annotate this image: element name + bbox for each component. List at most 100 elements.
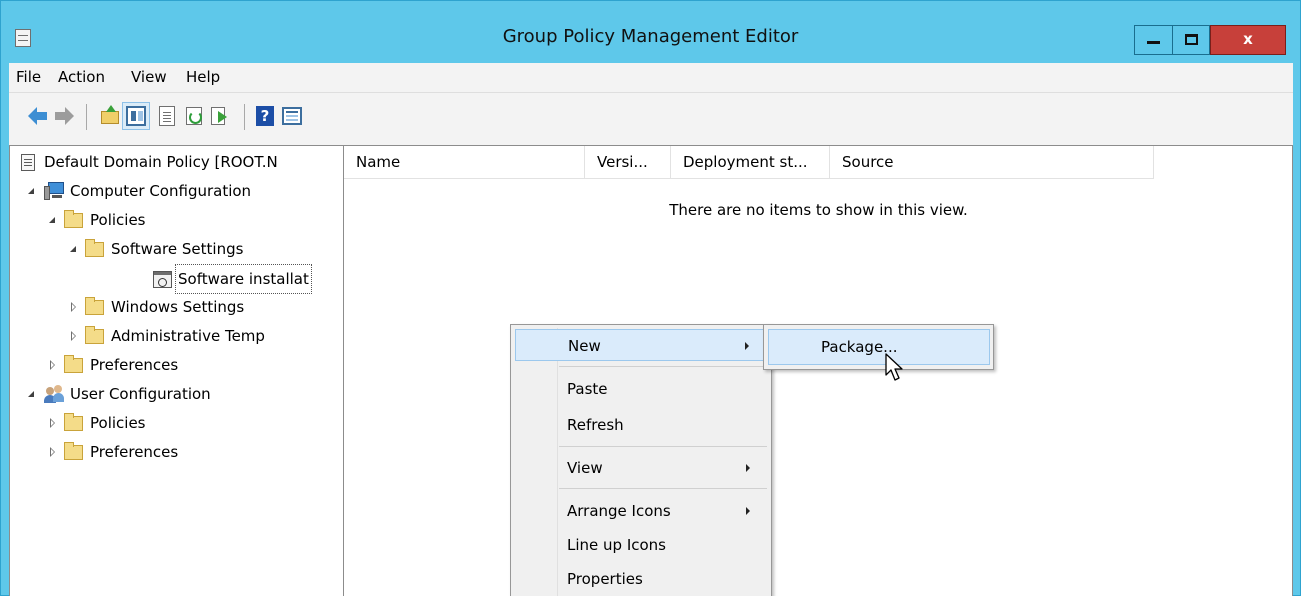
- expanded-triangle-icon[interactable]: [49, 217, 55, 223]
- collapsed-triangle-icon[interactable]: [71, 302, 76, 312]
- tree-item-label: Policies: [90, 414, 146, 432]
- menu-item-view[interactable]: View: [515, 452, 768, 484]
- export-list-button[interactable]: [209, 106, 229, 126]
- menu-item-label: Paste: [567, 380, 608, 398]
- menu-item-label: Arrange Icons: [567, 502, 671, 520]
- menu-separator: [559, 366, 767, 367]
- tree-item-user-configuration[interactable]: User Configuration: [10, 380, 343, 409]
- tree-item-label: Default Domain Policy [ROOT.N: [44, 153, 278, 171]
- menu-separator: [559, 488, 767, 489]
- properties-button[interactable]: [157, 106, 177, 126]
- folder-icon: [64, 355, 83, 373]
- forward-button[interactable]: [54, 106, 74, 126]
- submenu-arrow-icon: [745, 342, 749, 350]
- menu-item-label: Refresh: [567, 416, 624, 434]
- refresh-button[interactable]: [184, 106, 204, 126]
- expanded-triangle-icon[interactable]: [28, 391, 34, 397]
- title-bar[interactable]: Group Policy Management Editor x: [1, 1, 1300, 63]
- toolbar-separator: [86, 104, 87, 130]
- menu-item-new[interactable]: New: [515, 329, 768, 361]
- show-hide-tree-icon: [126, 106, 146, 126]
- submenu-arrow-icon: [746, 507, 750, 515]
- close-button[interactable]: x: [1210, 25, 1286, 55]
- expanded-triangle-icon[interactable]: [28, 188, 34, 194]
- collapsed-triangle-icon[interactable]: [50, 360, 55, 370]
- tree-item-label: Software Settings: [111, 240, 244, 258]
- users-icon: [44, 385, 64, 403]
- menu-item-package[interactable]: Package...: [768, 329, 990, 365]
- collapsed-triangle-icon[interactable]: [50, 447, 55, 457]
- menu-item-label: New: [568, 337, 601, 355]
- tree-item-label: Policies: [90, 211, 146, 229]
- menu-item-properties[interactable]: Properties: [515, 563, 768, 595]
- menu-help[interactable]: Help: [186, 68, 220, 86]
- export-list-icon: [211, 107, 227, 125]
- help-icon: ?: [256, 106, 274, 126]
- tree-item-software-settings[interactable]: Software Settings: [10, 235, 343, 264]
- tree-item-label: Administrative Temp: [111, 327, 265, 345]
- tree-item-preferences[interactable]: Preferences: [10, 351, 343, 380]
- show-hide-tree-button[interactable]: [122, 102, 150, 130]
- column-header-deployment-state[interactable]: Deployment st...: [671, 146, 830, 179]
- minimize-icon: [1147, 41, 1160, 44]
- menu-item-refresh[interactable]: Refresh: [515, 409, 768, 441]
- up-one-level-button[interactable]: [100, 105, 120, 126]
- show-hide-action-pane-icon: [282, 107, 302, 125]
- menu-item-line-up-icons[interactable]: Line up Icons: [515, 529, 768, 561]
- window-title: Group Policy Management Editor: [502, 26, 799, 47]
- show-hide-action-pane-button[interactable]: [282, 106, 302, 126]
- folder-icon: [85, 239, 104, 257]
- tree-item-label: Computer Configuration: [70, 182, 252, 200]
- menu-item-arrange-icons[interactable]: Arrange Icons: [515, 495, 768, 527]
- folder-icon: [64, 442, 83, 460]
- maximize-icon: [1185, 34, 1198, 45]
- menu-view[interactable]: View: [131, 68, 167, 86]
- column-header-name[interactable]: Name: [344, 146, 585, 179]
- help-button[interactable]: ?: [255, 106, 275, 126]
- properties-icon: [159, 106, 175, 126]
- refresh-icon: [186, 107, 202, 125]
- tree-item-software-installation[interactable]: Software installat: [10, 264, 343, 294]
- menu-item-label: Properties: [567, 570, 643, 588]
- mouse-cursor-icon: [885, 353, 903, 381]
- back-button[interactable]: [28, 106, 48, 126]
- console-tree[interactable]: Default Domain Policy [ROOT.N Computer C…: [9, 145, 344, 596]
- toolbar: ?: [9, 93, 1293, 145]
- column-header-version[interactable]: Versi...: [585, 146, 671, 179]
- folder-icon: [64, 210, 83, 228]
- tree-item-label: User Configuration: [70, 385, 211, 403]
- maximize-button[interactable]: [1172, 25, 1210, 55]
- new-submenu: Package...: [763, 324, 994, 370]
- menu-bar: File Action View Help: [9, 63, 1293, 93]
- column-header-source[interactable]: Source: [830, 146, 1154, 179]
- menu-separator: [559, 446, 767, 447]
- tree-item-administrative-templates[interactable]: Administrative Temp: [10, 322, 343, 351]
- software-installation-icon: [153, 271, 172, 288]
- tree-item-default-domain-policy[interactable]: Default Domain Policy [ROOT.N: [10, 148, 343, 177]
- menu-file[interactable]: File: [16, 68, 41, 86]
- tree-item-user-policies[interactable]: Policies: [10, 409, 343, 438]
- folder-icon: [85, 297, 104, 315]
- collapsed-triangle-icon[interactable]: [71, 331, 76, 341]
- menu-item-label: View: [567, 459, 603, 477]
- submenu-arrow-icon: [746, 464, 750, 472]
- folder-icon: [64, 413, 83, 431]
- tree-item-label: Preferences: [90, 443, 179, 461]
- tree-item-user-preferences[interactable]: Preferences: [10, 438, 343, 467]
- up-folder-icon: [101, 105, 119, 124]
- collapsed-triangle-icon[interactable]: [50, 418, 55, 428]
- folder-icon: [85, 326, 104, 344]
- policy-document-icon: [21, 154, 35, 171]
- empty-list-message: There are no items to show in this view.: [669, 201, 968, 219]
- details-pane[interactable]: Name Versi... Deployment st... Source Th…: [344, 145, 1293, 596]
- minimize-button[interactable]: [1134, 25, 1172, 55]
- menu-action[interactable]: Action: [58, 68, 105, 86]
- menu-item-paste[interactable]: Paste: [515, 373, 768, 405]
- expanded-triangle-icon[interactable]: [70, 246, 76, 252]
- menu-item-label: Line up Icons: [567, 536, 666, 554]
- tree-item-windows-settings[interactable]: Windows Settings: [10, 293, 343, 322]
- forward-icon: [65, 107, 74, 125]
- tree-item-computer-configuration[interactable]: Computer Configuration: [10, 177, 343, 206]
- tree-item-label: Software installat: [175, 264, 312, 294]
- tree-item-policies[interactable]: Policies: [10, 206, 343, 235]
